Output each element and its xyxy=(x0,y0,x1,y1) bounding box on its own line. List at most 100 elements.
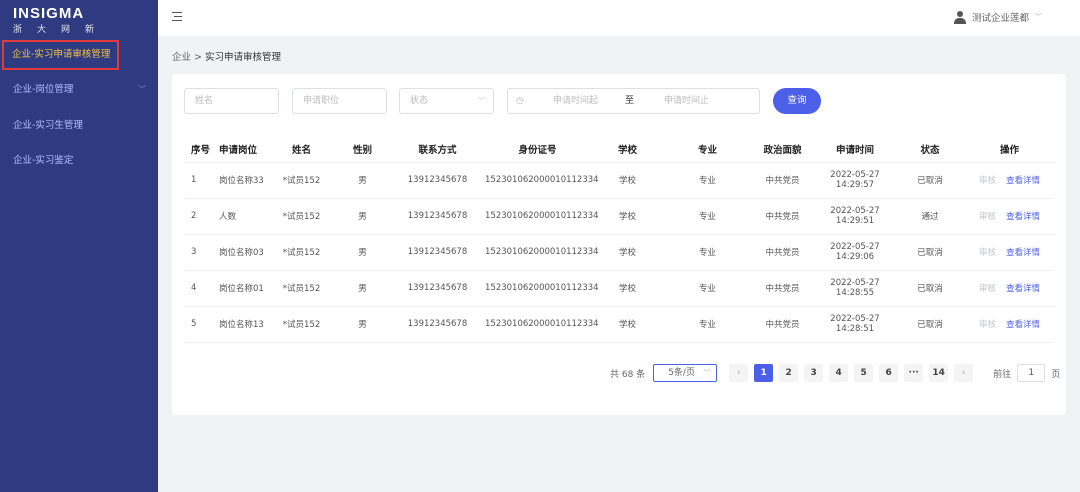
position-input[interactable]: 申请职位 xyxy=(292,88,387,114)
table-cell: *试员152 xyxy=(268,162,335,199)
page-button[interactable]: 5 xyxy=(854,364,874,382)
breadcrumb: 企业 > 实习申请审核管理 xyxy=(172,49,281,63)
table-cell: 人数 xyxy=(212,198,268,235)
header: 测试企业莲都 ﹀ xyxy=(158,0,1080,36)
chevron-down-icon: ﹀ xyxy=(703,369,711,377)
table-cell: *试员152 xyxy=(268,198,335,235)
column-header: 联系方式 xyxy=(390,136,485,163)
table-cell: 岗位名称33 xyxy=(212,162,268,199)
column-header: 学校 xyxy=(590,136,665,163)
table-cell: 专业 xyxy=(665,234,750,271)
view-detail-link[interactable]: 查看详情 xyxy=(1006,176,1040,186)
table-cell: 2022-05-27 14:29:06 xyxy=(815,234,895,271)
review-link[interactable]: 审核 xyxy=(979,212,996,222)
table-cell: 13912345678 xyxy=(390,306,485,343)
clock-icon: ◷ xyxy=(516,96,524,106)
page-button[interactable]: 6 xyxy=(879,364,899,382)
actions-cell: 审核 查看详情 xyxy=(965,234,1054,271)
sidebar-item-intern-management[interactable]: 企业-实习生管理 xyxy=(0,113,158,139)
sidebar-item-position-management[interactable]: 企业-岗位管理 ﹀ xyxy=(0,77,158,103)
user-menu[interactable]: 测试企业莲都 ﹀ xyxy=(953,10,1042,24)
status-select[interactable]: 状态 ﹀ xyxy=(399,88,494,114)
name-input[interactable]: 姓名 xyxy=(184,88,279,114)
page-size-value: 5条/页 xyxy=(668,368,695,378)
review-link[interactable]: 审核 xyxy=(979,176,996,186)
table-cell: 1 xyxy=(184,162,212,199)
column-header: 申请岗位 xyxy=(212,136,268,163)
column-header: 申请时间 xyxy=(815,136,895,163)
table-cell: *试员152 xyxy=(268,270,335,307)
date-end-input[interactable]: 申请时间止 xyxy=(664,89,709,113)
review-link[interactable]: 审核 xyxy=(979,284,996,294)
table-cell: 13912345678 xyxy=(390,234,485,271)
table-cell: 岗位名称03 xyxy=(212,234,268,271)
next-page-button[interactable]: › xyxy=(954,364,974,382)
sidebar-item-application-review[interactable]: 企业-实习申请审核管理 xyxy=(2,40,119,70)
column-header: 专业 xyxy=(665,136,750,163)
table-cell: 3 xyxy=(184,234,212,271)
table-cell: 岗位名称13 xyxy=(212,306,268,343)
menu-toggle-icon[interactable] xyxy=(172,12,182,21)
table-cell: 2022-05-27 14:29:51 xyxy=(815,198,895,235)
view-detail-link[interactable]: 查看详情 xyxy=(1006,320,1040,330)
actions-cell: 审核 查看详情 xyxy=(965,198,1054,235)
view-detail-link[interactable]: 查看详情 xyxy=(1006,248,1040,258)
page-button[interactable]: ··· xyxy=(904,364,924,382)
sidebar-item-intern-appraisal[interactable]: 企业-实习鉴定 xyxy=(0,148,158,174)
table-cell: 学校 xyxy=(590,234,665,271)
column-header: 序号 xyxy=(184,136,212,163)
goto-page-input[interactable]: 1 xyxy=(1017,364,1046,382)
table-cell: 2022-05-27 14:28:55 xyxy=(815,270,895,307)
table-cell: 男 xyxy=(335,306,390,343)
date-range-picker[interactable]: ◷ 申请时间起 至 申请时间止 xyxy=(507,88,760,114)
logo: INSIGMA 浙大网新 xyxy=(13,5,109,35)
breadcrumb-separator: > xyxy=(194,52,203,63)
review-link[interactable]: 审核 xyxy=(979,248,996,258)
table-cell: 学校 xyxy=(590,306,665,343)
date-start-input[interactable]: 申请时间起 xyxy=(553,89,598,113)
page-button[interactable]: 1 xyxy=(754,364,774,382)
table-cell: 专业 xyxy=(665,270,750,307)
column-header: 性别 xyxy=(335,136,390,163)
view-detail-link[interactable]: 查看详情 xyxy=(1006,212,1040,222)
logo-subtitle: 浙大网新 xyxy=(13,25,110,35)
page-button[interactable]: 3 xyxy=(804,364,824,382)
prev-page-button[interactable]: ‹ xyxy=(729,364,749,382)
query-button[interactable]: 查询 xyxy=(773,88,821,114)
table-cell: 152301062000010112334 xyxy=(485,198,599,235)
view-detail-link[interactable]: 查看详情 xyxy=(1006,284,1040,294)
column-header: 姓名 xyxy=(268,136,335,163)
table-cell: 男 xyxy=(335,162,390,199)
content-card: 姓名 申请职位 状态 ﹀ ◷ 申请时间起 至 申请时间止 查询 序号 申请岗位 姓名性… xyxy=(172,74,1066,415)
page-button[interactable]: 2 xyxy=(779,364,799,382)
breadcrumb-current: 实习申请审核管理 xyxy=(205,52,282,63)
table-cell: *试员152 xyxy=(268,234,335,271)
table-cell: 中共党员 xyxy=(750,162,815,199)
page-size-select[interactable]: 5条/页 ﹀ xyxy=(653,364,718,382)
table-cell: 2022-05-27 14:29:57 xyxy=(815,162,895,199)
table-cell: *试员152 xyxy=(268,306,335,343)
page-button[interactable]: 4 xyxy=(829,364,849,382)
chevron-down-icon: ﹀ xyxy=(478,97,485,105)
table-cell: 152301062000010112334 xyxy=(485,234,599,271)
breadcrumb-parent[interactable]: 企业 xyxy=(172,52,191,63)
table-row: 5 岗位名称13 *试员152 男 13912345678 152301062000010… xyxy=(184,306,1054,343)
table-cell: 中共党员 xyxy=(750,198,815,235)
table-cell: 152301062000010112334 xyxy=(485,270,599,307)
table-cell: 通过 xyxy=(895,198,965,235)
table-cell: 152301062000010112334 xyxy=(485,162,599,199)
page-button[interactable]: 14 xyxy=(929,364,949,382)
logo-text: INSIGMA xyxy=(13,5,85,22)
goto-label: 前往 xyxy=(993,369,1012,380)
table-cell: 学校 xyxy=(590,162,665,199)
table-cell: 13912345678 xyxy=(390,162,485,199)
table-row: 1 岗位名称33 *试员152 男 13912345678 152301062000010… xyxy=(184,162,1054,199)
table-cell: 已取消 xyxy=(895,306,965,343)
column-header: 操作 xyxy=(965,136,1054,163)
total-count: 共 68 条 xyxy=(610,369,646,380)
table-cell: 男 xyxy=(335,270,390,307)
status-placeholder: 状态 xyxy=(410,96,429,106)
review-link[interactable]: 审核 xyxy=(979,320,996,330)
table-cell: 5 xyxy=(184,306,212,343)
user-icon xyxy=(953,10,966,24)
